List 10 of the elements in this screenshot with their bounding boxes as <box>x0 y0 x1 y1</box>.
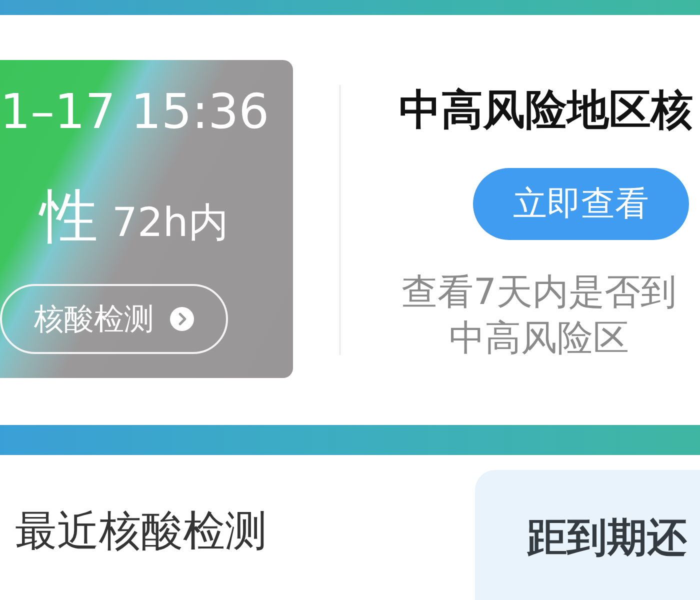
expiry-title: 距到期还 <box>527 515 687 561</box>
validity-text: 72h内 <box>112 200 228 246</box>
chevron-right-icon <box>170 307 194 331</box>
risk-area-title: 中高风险地区核 <box>399 86 693 134</box>
description-text: 查看7天内是否到 中高风险区 <box>400 271 678 361</box>
test-result: 性 <box>40 184 98 248</box>
test-time: 1–17 15:36 <box>0 84 270 140</box>
view-now-button[interactable]: 立即查看 <box>473 168 689 240</box>
nucleic-test-button[interactable]: 核酸检测 <box>0 284 228 354</box>
recent-test-title: 最近核酸检测 <box>15 507 267 555</box>
